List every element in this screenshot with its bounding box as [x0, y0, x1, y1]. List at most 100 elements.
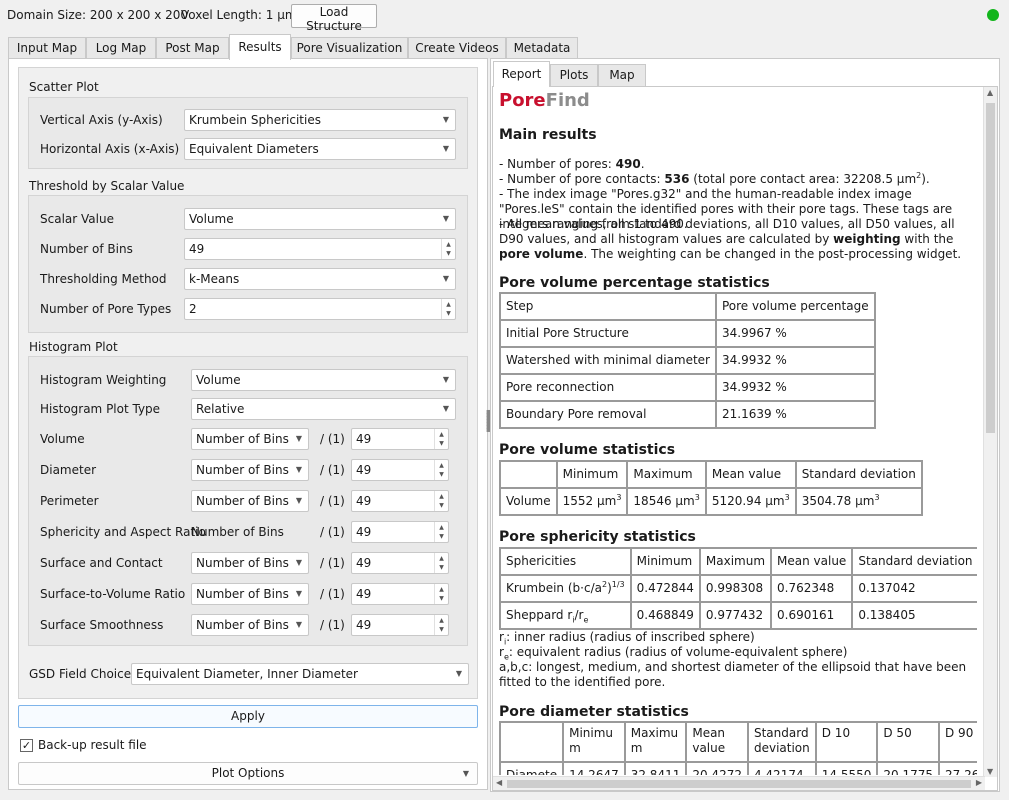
- results-settings-panel: Scatter Plot Vertical Axis (y-Axis) Krum…: [8, 58, 488, 790]
- histogram-title: Histogram Plot: [29, 340, 118, 354]
- spin-arrows-icon[interactable]: ▲ ▼: [434, 584, 448, 604]
- perimeter-bins-mode-select[interactable]: Number of Bins ▼: [191, 490, 309, 512]
- tab-pore-visualization[interactable]: Pore Visualization: [291, 37, 408, 59]
- chevron-down-icon: ▼: [295, 434, 302, 443]
- scalar-value-select[interactable]: Volume ▼: [184, 208, 456, 230]
- spin-arrows-icon[interactable]: ▲ ▼: [434, 460, 448, 480]
- spin-arrows-icon[interactable]: ▲ ▼: [434, 491, 448, 511]
- load-structure-button[interactable]: Load Structure: [291, 4, 377, 33]
- histogram-type-select[interactable]: Relative ▼: [191, 398, 456, 420]
- scroll-thumb[interactable]: [507, 780, 971, 788]
- gsd-field-select[interactable]: Equivalent Diameter, Inner Diameter ▼: [131, 663, 469, 685]
- divider-label: / (1): [320, 494, 345, 508]
- gsd-field-label: GSD Field Choices: [29, 667, 138, 681]
- chevron-down-icon: ▼: [442, 115, 449, 124]
- histogram-weighting-select[interactable]: Volume ▼: [191, 369, 456, 391]
- divider-label: / (1): [320, 587, 345, 601]
- re-note: re: equivalent radius (radius of volume-…: [499, 645, 848, 662]
- sphericity-bins-spinbox[interactable]: 49 ▲ ▼: [351, 521, 449, 543]
- chevron-down-icon: ▼: [442, 375, 449, 384]
- backup-label: Back-up result file: [38, 738, 147, 752]
- volume-bins-spinbox[interactable]: 49 ▲ ▼: [351, 428, 449, 450]
- hist-row-label: Sphericity and Aspect Ratio: [40, 525, 206, 539]
- scroll-thumb[interactable]: [986, 103, 995, 433]
- vertical-axis-label: Vertical Axis (y-Axis): [40, 113, 163, 127]
- scroll-down-icon[interactable]: ▼: [987, 767, 993, 776]
- divider-label: / (1): [320, 618, 345, 632]
- histogram-weighting-label: Histogram Weighting: [40, 373, 167, 387]
- report-horizontal-scrollbar[interactable]: ◀ ▶: [493, 776, 985, 790]
- spin-arrows-icon[interactable]: ▲ ▼: [434, 522, 448, 542]
- table-row: Sphericities Minimum Maximum Mean value Stan…: [500, 548, 977, 575]
- spin-arrows-icon[interactable]: ▲ ▼: [441, 299, 455, 319]
- sphericity-bins-mode-label: Number of Bins: [191, 525, 284, 539]
- surface-contact-bins-spinbox[interactable]: 49 ▲ ▼: [351, 552, 449, 574]
- chevron-down-icon: ▼: [442, 214, 449, 223]
- surface-smoothness-bins-spinbox[interactable]: 49 ▲ ▼: [351, 614, 449, 636]
- chevron-down-icon: ▼: [462, 769, 469, 778]
- diameter-bins-spinbox[interactable]: 49 ▲ ▼: [351, 459, 449, 481]
- contact-count-line: - Number of pore contacts: 536 (total po…: [499, 171, 930, 187]
- vertical-axis-select[interactable]: Krumbein Sphericities ▼: [184, 109, 456, 131]
- table-row: Diamete 14.2647 32.8411 20.4272 4.42174 14.5…: [500, 762, 977, 775]
- status-indicator-icon: [987, 9, 999, 21]
- hist-row-label: Surface Smoothness: [40, 618, 164, 632]
- table-row: Boundary Pore removal 21.1639 %: [500, 401, 875, 428]
- divider-label: / (1): [320, 525, 345, 539]
- surface-contact-bins-mode-select[interactable]: Number of Bins ▼: [191, 552, 309, 574]
- hist-row-label: Surface-to-Volume Ratio: [40, 587, 186, 601]
- scroll-right-icon[interactable]: ▶: [976, 778, 982, 787]
- tab-log-map[interactable]: Log Map: [86, 37, 156, 59]
- scroll-up-icon[interactable]: ▲: [987, 88, 993, 97]
- chevron-down-icon: ▼: [295, 465, 302, 474]
- horizontal-axis-select[interactable]: Equivalent Diameters ▼: [184, 138, 456, 160]
- report-panel: Report Plots Map PoreFind Main results -…: [490, 58, 1000, 792]
- surface-volume-bins-mode-select[interactable]: Number of Bins ▼: [191, 583, 309, 605]
- chevron-down-icon: ▼: [442, 404, 449, 413]
- tab-post-map[interactable]: Post Map: [156, 37, 229, 59]
- tab-create-videos[interactable]: Create Videos: [408, 37, 506, 59]
- spin-arrows-icon[interactable]: ▲ ▼: [441, 239, 455, 259]
- threshold-group: Scalar Value Volume ▼ Number of Bins 49 ▲ ▼…: [28, 195, 468, 333]
- hist-row-label: Diameter: [40, 463, 97, 477]
- report-view: PoreFind Main results - Number of pores:…: [492, 86, 998, 791]
- report-vertical-scrollbar[interactable]: ▲ ▼: [983, 87, 997, 777]
- tab-map[interactable]: Map: [598, 64, 646, 86]
- pore-types-spinbox[interactable]: 2 ▲ ▼: [184, 298, 456, 320]
- spin-arrows-icon[interactable]: ▲ ▼: [434, 429, 448, 449]
- tab-results[interactable]: Results: [229, 34, 291, 60]
- diameter-bins-mode-select[interactable]: Number of Bins ▼: [191, 459, 309, 481]
- pore-diameter-heading: Pore diameter statistics: [499, 704, 689, 720]
- backup-checkbox[interactable]: ✓: [20, 739, 33, 752]
- divider-label: / (1): [320, 556, 345, 570]
- hist-row-label: Volume: [40, 432, 85, 446]
- apply-button[interactable]: Apply: [18, 705, 478, 728]
- table-row: Minimum Maximum Mean value Standard deviati…: [500, 461, 922, 488]
- surface-volume-bins-spinbox[interactable]: 49 ▲ ▼: [351, 583, 449, 605]
- table-row: Initial Pore Structure 34.9967 %: [500, 320, 875, 347]
- bins-spinbox[interactable]: 49 ▲ ▼: [184, 238, 456, 260]
- tab-plots[interactable]: Plots: [550, 64, 598, 86]
- pore-volume-percentage-heading: Pore volume percentage statistics: [499, 275, 770, 291]
- perimeter-bins-spinbox[interactable]: 49 ▲ ▼: [351, 490, 449, 512]
- table-row: Pore reconnection 34.9932 %: [500, 374, 875, 401]
- table-row: Sheppard ri/re 0.468849 0.977432 0.690161 0…: [500, 602, 977, 629]
- surface-smoothness-bins-mode-select[interactable]: Number of Bins ▼: [191, 614, 309, 636]
- table-row: Volume 1552 μm3 18546 μm3 5120.94 μm3 35…: [500, 488, 922, 515]
- scroll-left-icon[interactable]: ◀: [496, 778, 502, 787]
- tab-report[interactable]: Report: [493, 61, 550, 87]
- plot-options-button[interactable]: Plot Options ▼: [18, 762, 478, 785]
- pore-volume-heading: Pore volume statistics: [499, 442, 676, 458]
- tab-metadata[interactable]: Metadata: [506, 37, 578, 59]
- volume-bins-mode-select[interactable]: Number of Bins ▼: [191, 428, 309, 450]
- voxel-length-label: Voxel Length: 1 μm: [181, 8, 297, 22]
- hist-row-label: Perimeter: [40, 494, 99, 508]
- spin-arrows-icon[interactable]: ▲ ▼: [434, 553, 448, 573]
- ri-note: ri: inner radius (radius of inscribed sp…: [499, 630, 755, 647]
- thresholding-method-select[interactable]: k-Means ▼: [184, 268, 456, 290]
- chevron-down-icon: ▼: [455, 669, 462, 678]
- pore-volume-table: Minimum Maximum Mean value Standard deviati…: [499, 460, 923, 516]
- tab-input-map[interactable]: Input Map: [8, 37, 86, 59]
- chevron-down-icon: ▼: [442, 274, 449, 283]
- spin-arrows-icon[interactable]: ▲ ▼: [434, 615, 448, 635]
